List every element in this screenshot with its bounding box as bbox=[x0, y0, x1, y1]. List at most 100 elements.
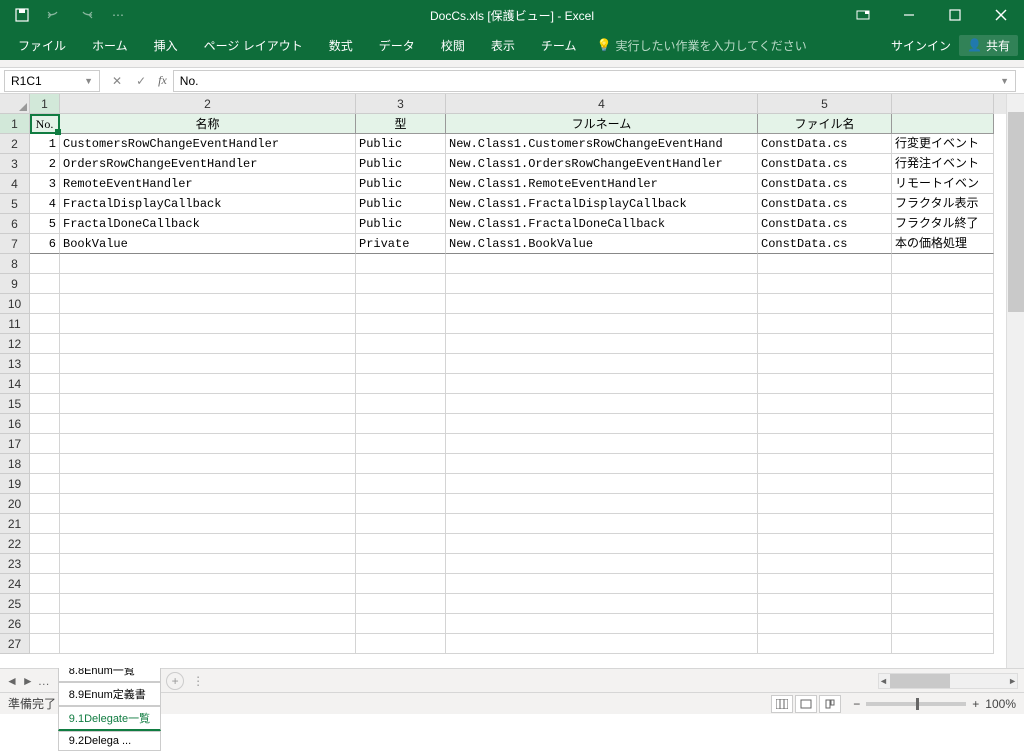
cell[interactable] bbox=[60, 514, 356, 534]
cell[interactable] bbox=[60, 294, 356, 314]
cell[interactable]: フルネーム bbox=[446, 114, 758, 134]
cell[interactable] bbox=[892, 434, 994, 454]
tab-insert[interactable]: 挿入 bbox=[142, 31, 190, 60]
row-header[interactable]: 16 bbox=[0, 414, 30, 434]
col-header[interactable]: 5 bbox=[758, 94, 892, 114]
cell[interactable] bbox=[60, 574, 356, 594]
cell[interactable] bbox=[892, 594, 994, 614]
row-header[interactable]: 17 bbox=[0, 434, 30, 454]
cell[interactable] bbox=[446, 294, 758, 314]
row-header[interactable]: 21 bbox=[0, 514, 30, 534]
cell[interactable] bbox=[758, 274, 892, 294]
cell[interactable] bbox=[446, 474, 758, 494]
signin-link[interactable]: サインイン bbox=[891, 37, 951, 54]
cell[interactable] bbox=[356, 374, 446, 394]
cell[interactable] bbox=[30, 394, 60, 414]
cell[interactable] bbox=[446, 354, 758, 374]
cell[interactable] bbox=[892, 574, 994, 594]
row-header[interactable]: 10 bbox=[0, 294, 30, 314]
cell[interactable] bbox=[356, 414, 446, 434]
formula-input[interactable]: No. ▼ bbox=[173, 70, 1016, 92]
cell[interactable]: フラクタル終了 bbox=[892, 214, 994, 234]
tab-formulas[interactable]: 数式 bbox=[317, 31, 365, 60]
save-button[interactable] bbox=[8, 3, 36, 27]
cell[interactable] bbox=[30, 354, 60, 374]
sheet-nav-prev[interactable]: ◄ bbox=[6, 674, 18, 688]
cell[interactable]: CustomersRowChangeEventHandler bbox=[60, 134, 356, 154]
cell[interactable] bbox=[356, 554, 446, 574]
cell[interactable] bbox=[30, 594, 60, 614]
cell[interactable]: Public bbox=[356, 154, 446, 174]
cell[interactable] bbox=[758, 574, 892, 594]
col-header[interactable] bbox=[892, 94, 994, 114]
row-header[interactable]: 14 bbox=[0, 374, 30, 394]
horizontal-scrollbar[interactable]: ◄ ► bbox=[878, 673, 1018, 689]
cell[interactable]: New.Class1.FractalDisplayCallback bbox=[446, 194, 758, 214]
cell[interactable] bbox=[758, 394, 892, 414]
cell[interactable] bbox=[758, 294, 892, 314]
cell[interactable] bbox=[758, 634, 892, 654]
cell[interactable] bbox=[60, 634, 356, 654]
cell[interactable] bbox=[30, 474, 60, 494]
cell[interactable]: FractalDisplayCallback bbox=[60, 194, 356, 214]
cell[interactable] bbox=[892, 114, 994, 134]
cell[interactable] bbox=[758, 454, 892, 474]
cell[interactable] bbox=[892, 394, 994, 414]
cell[interactable]: 1 bbox=[30, 134, 60, 154]
cell[interactable] bbox=[758, 554, 892, 574]
row-header[interactable]: 5 bbox=[0, 194, 30, 214]
cell[interactable] bbox=[60, 254, 356, 274]
cell[interactable]: Public bbox=[356, 174, 446, 194]
cell[interactable] bbox=[892, 614, 994, 634]
sheet-nav-more[interactable]: … bbox=[38, 674, 50, 688]
cell[interactable] bbox=[60, 314, 356, 334]
share-button[interactable]: 👤 共有 bbox=[959, 35, 1018, 56]
row-header[interactable]: 12 bbox=[0, 334, 30, 354]
cell[interactable] bbox=[446, 394, 758, 414]
cell[interactable]: ConstData.cs bbox=[758, 234, 892, 254]
row-header[interactable]: 2 bbox=[0, 134, 30, 154]
sheet-tab[interactable]: 9.2Delega ... bbox=[58, 731, 161, 751]
cell[interactable] bbox=[30, 454, 60, 474]
cell[interactable] bbox=[758, 514, 892, 534]
cell[interactable]: 3 bbox=[30, 174, 60, 194]
sheet-tab[interactable]: 9.1Delegate一覧 bbox=[58, 706, 161, 731]
cell[interactable] bbox=[446, 494, 758, 514]
cell[interactable] bbox=[356, 394, 446, 414]
cell[interactable]: OrdersRowChangeEventHandler bbox=[60, 154, 356, 174]
cell[interactable] bbox=[758, 534, 892, 554]
minimize-button[interactable] bbox=[886, 0, 932, 30]
cell[interactable] bbox=[892, 454, 994, 474]
cell[interactable] bbox=[356, 254, 446, 274]
cell[interactable] bbox=[446, 434, 758, 454]
cell[interactable] bbox=[758, 474, 892, 494]
cell[interactable] bbox=[446, 254, 758, 274]
cell[interactable]: 行発注イベント bbox=[892, 154, 994, 174]
cell[interactable] bbox=[758, 374, 892, 394]
cell[interactable]: ConstData.cs bbox=[758, 134, 892, 154]
cell[interactable] bbox=[60, 614, 356, 634]
tab-options[interactable]: ⋮ bbox=[192, 674, 204, 688]
cell[interactable]: New.Class1.CustomersRowChangeEventHand bbox=[446, 134, 758, 154]
row-header[interactable]: 11 bbox=[0, 314, 30, 334]
row-header[interactable]: 9 bbox=[0, 274, 30, 294]
cell[interactable] bbox=[892, 494, 994, 514]
cell[interactable] bbox=[60, 434, 356, 454]
cell[interactable]: FractalDoneCallback bbox=[60, 214, 356, 234]
cell[interactable] bbox=[758, 494, 892, 514]
cell[interactable] bbox=[446, 554, 758, 574]
view-normal-button[interactable] bbox=[771, 695, 793, 713]
cell[interactable] bbox=[30, 494, 60, 514]
cell[interactable] bbox=[758, 414, 892, 434]
cell[interactable]: 名称 bbox=[60, 114, 356, 134]
cell[interactable]: ConstData.cs bbox=[758, 154, 892, 174]
ribbon-display-options[interactable] bbox=[840, 0, 886, 30]
col-header[interactable]: 3 bbox=[356, 94, 446, 114]
cell[interactable] bbox=[892, 474, 994, 494]
tell-me[interactable]: 💡 実行したい作業を入力してください bbox=[596, 37, 806, 54]
cell[interactable] bbox=[892, 414, 994, 434]
cell[interactable] bbox=[758, 614, 892, 634]
close-button[interactable] bbox=[978, 0, 1024, 30]
cell[interactable] bbox=[30, 334, 60, 354]
cell[interactable] bbox=[30, 534, 60, 554]
